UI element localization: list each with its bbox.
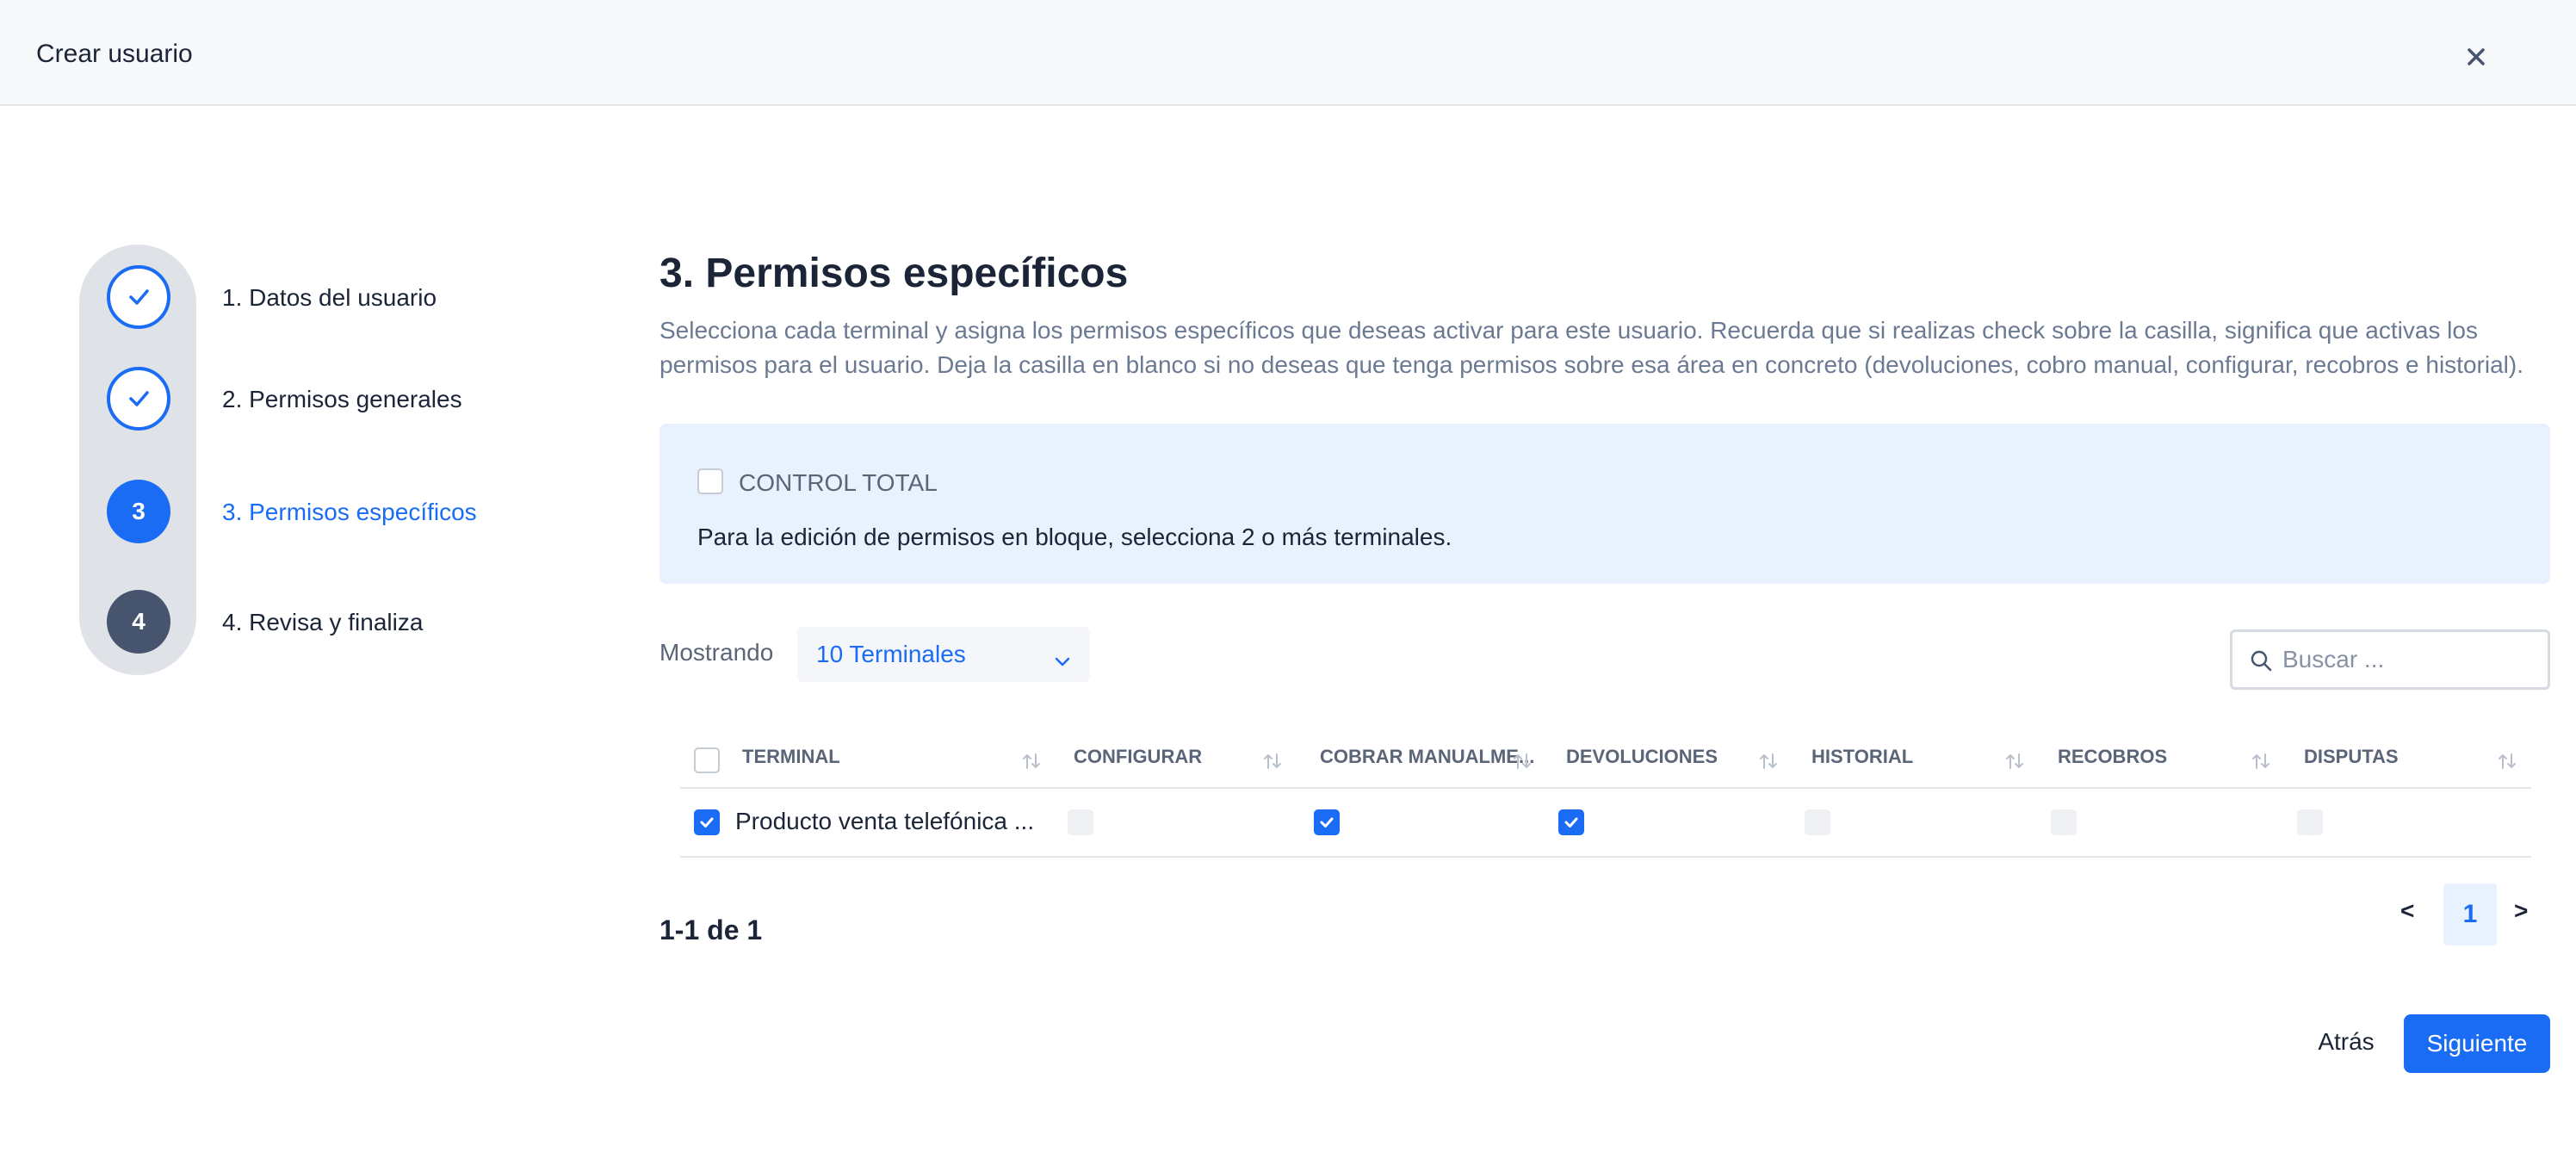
sort-icon[interactable] — [1262, 751, 1283, 772]
step-done-indicator — [107, 265, 170, 329]
search-icon — [2251, 650, 2272, 672]
table-row: Producto venta telefónica ... — [680, 789, 2531, 858]
table-header: TERMINAL CONFIGURAR COBRAR MANUALME... D… — [680, 741, 2531, 789]
search-input[interactable] — [2282, 642, 2541, 677]
section-title: 3. Permisos específicos — [659, 251, 1129, 296]
search-box[interactable] — [2230, 629, 2550, 690]
sort-icon[interactable] — [2251, 751, 2271, 772]
step-label: 3. Permisos específicos — [222, 499, 477, 525]
column-header-disputas[interactable]: DISPUTAS — [2304, 746, 2399, 768]
back-button[interactable]: Atrás — [2307, 1016, 2385, 1068]
modal-header: Crear usuario — [0, 0, 2576, 106]
terminal-name: Producto venta telefónica ... — [735, 808, 1035, 834]
showing-label: Mostrando — [659, 639, 774, 666]
page-size-select[interactable]: 10 Terminales — [797, 627, 1090, 682]
close-icon — [2468, 48, 2485, 65]
pagination-prev-button[interactable]: < — [2400, 897, 2414, 925]
permission-devoluciones-checkbox[interactable] — [1558, 809, 1584, 835]
step-done-indicator — [107, 367, 170, 431]
bulk-edit-info: Para la edición de permisos en bloque, s… — [697, 524, 1452, 550]
step-permisos-generales[interactable]: 2. Permisos generales — [0, 367, 517, 431]
permission-recobros-checkbox[interactable] — [2051, 809, 2077, 835]
modal-title: Crear usuario — [36, 40, 193, 68]
next-button[interactable]: Siguiente — [2404, 1014, 2550, 1073]
column-header-devoluciones[interactable]: DEVOLUCIONES — [1566, 746, 1718, 768]
check-icon — [129, 289, 149, 305]
close-button[interactable] — [2459, 40, 2493, 74]
step-label: 1. Datos del usuario — [222, 284, 437, 311]
pagination-next-button[interactable]: > — [2514, 897, 2528, 925]
section-description: Selecciona cada terminal y asigna los pe… — [659, 317, 2523, 378]
step-number: 3 — [107, 480, 170, 543]
control-total-label: CONTROL TOTAL — [739, 469, 938, 496]
control-total-panel: CONTROL TOTAL Para la edición de permiso… — [659, 424, 2550, 584]
pagination-page-1[interactable]: 1 — [2443, 883, 2497, 945]
check-icon — [1320, 817, 1334, 828]
sort-icon[interactable] — [1021, 751, 1042, 772]
check-icon — [1564, 817, 1578, 828]
pagination-summary: 1-1 de 1 — [659, 914, 763, 945]
terminals-table: TERMINAL CONFIGURAR COBRAR MANUALME... D… — [680, 741, 2531, 858]
step-permisos-especificos[interactable]: 3 3. Permisos específicos — [0, 480, 517, 543]
select-all-checkbox[interactable] — [694, 747, 720, 773]
control-total-checkbox[interactable] — [697, 468, 723, 494]
column-header-terminal[interactable]: TERMINAL — [742, 746, 840, 768]
step-revisa-finaliza[interactable]: 4 4. Revisa y finaliza — [0, 590, 517, 654]
check-icon — [129, 391, 149, 406]
column-header-recobros[interactable]: RECOBROS — [2058, 746, 2167, 768]
permission-disputas-checkbox[interactable] — [2297, 809, 2323, 835]
column-header-cobrar-manualmente[interactable]: COBRAR MANUALME... — [1320, 746, 1534, 768]
step-label: 4. Revisa y finaliza — [222, 609, 424, 635]
sort-icon[interactable] — [2004, 751, 2025, 772]
step-label: 2. Permisos generales — [222, 386, 462, 412]
step-datos-usuario[interactable]: 1. Datos del usuario — [0, 265, 517, 329]
permission-historial-checkbox[interactable] — [1805, 809, 1830, 835]
sort-icon[interactable] — [1512, 751, 1533, 772]
row-select-checkbox[interactable] — [694, 809, 720, 835]
chevron-down-icon — [1055, 657, 1070, 666]
page-size-value: 10 Terminales — [816, 641, 966, 667]
check-icon — [700, 817, 714, 828]
column-header-configurar[interactable]: CONFIGURAR — [1074, 746, 1202, 768]
sort-icon[interactable] — [2497, 751, 2517, 772]
permission-configurar-checkbox[interactable] — [1068, 809, 1093, 835]
step-number: 4 — [107, 590, 170, 654]
sort-icon[interactable] — [1758, 751, 1779, 772]
column-header-historial[interactable]: HISTORIAL — [1811, 746, 1913, 768]
permission-cobrar-manualmente-checkbox[interactable] — [1314, 809, 1340, 835]
